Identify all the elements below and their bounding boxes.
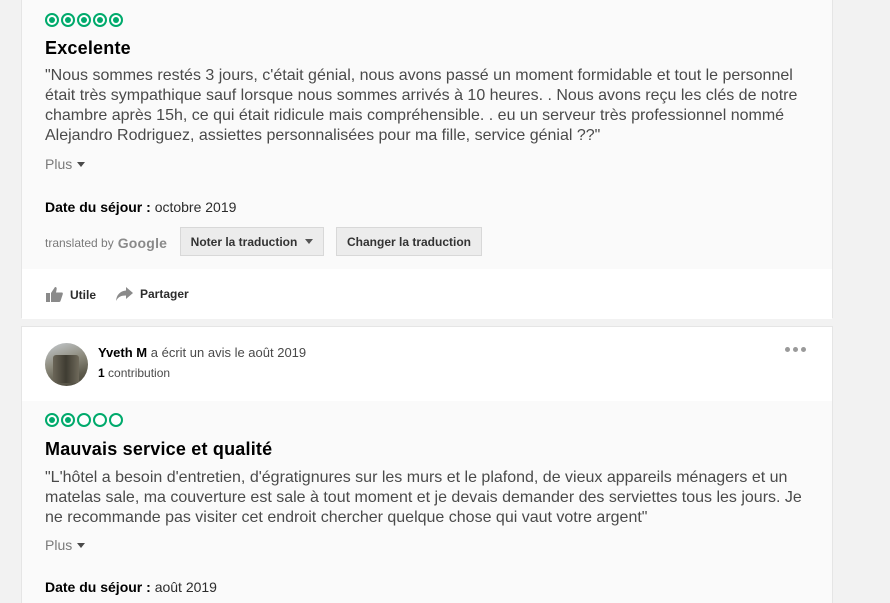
change-translation-label: Changer la traduction <box>346 234 471 249</box>
google-logo: Google <box>117 235 168 251</box>
stay-date-value: octobre 2019 <box>154 199 237 215</box>
more-link[interactable]: Plus <box>45 156 86 172</box>
change-translation-button[interactable]: Changer la traduction <box>336 227 482 256</box>
review-card: Excelente "Nous sommes restés 3 jours, c… <box>21 0 833 319</box>
more-options-icon[interactable] <box>785 347 806 352</box>
stay-date-label: Date du séjour : <box>45 579 151 595</box>
stay-date-value: août 2019 <box>154 579 217 595</box>
translated-by-label: translated by <box>45 236 114 250</box>
rating-bubble <box>61 13 75 27</box>
rating-bubble <box>109 13 123 27</box>
rating-bubble <box>109 413 123 427</box>
thumbs-up-icon <box>46 287 63 302</box>
review-card: Yveth M a écrit un avis le août 2019 1 c… <box>21 326 833 603</box>
share-arrow-icon <box>116 287 133 301</box>
contributions: 1 contribution <box>98 366 170 380</box>
helpful-button[interactable]: Utile <box>46 287 96 302</box>
more-label: Plus <box>45 537 73 553</box>
rating-bubbles <box>45 13 123 27</box>
rate-translation-button[interactable]: Noter la traduction <box>180 227 324 256</box>
rating-bubble <box>77 413 91 427</box>
rating-bubble <box>77 13 91 27</box>
stay-date: Date du séjour : octobre 2019 <box>45 199 236 215</box>
chevron-down-icon <box>77 161 86 167</box>
avatar[interactable] <box>45 343 88 386</box>
contributions-label: contribution <box>108 366 171 380</box>
stay-date: Date du séjour : août 2019 <box>45 579 217 595</box>
contributions-count: 1 <box>98 366 105 380</box>
more-link[interactable]: Plus <box>45 537 86 553</box>
rating-bubbles <box>45 413 123 427</box>
review-header: Yveth M a écrit un avis le août 2019 1 c… <box>22 327 832 401</box>
more-label: Plus <box>45 156 73 172</box>
review-author: Yveth M a écrit un avis le août 2019 <box>98 345 306 360</box>
rating-bubble <box>93 13 107 27</box>
share-label: Partager <box>140 287 189 301</box>
share-button[interactable]: Partager <box>116 287 189 301</box>
wrote-review-text: a écrit un avis le août 2019 <box>150 345 307 360</box>
review-title[interactable]: Mauvais service et qualité <box>45 439 272 460</box>
chevron-down-icon <box>77 542 86 548</box>
rating-bubble <box>61 413 75 427</box>
review-text: "L'hôtel a besoin d'entretien, d'égratig… <box>45 469 802 526</box>
helpful-label: Utile <box>70 287 97 302</box>
stay-date-label: Date du séjour : <box>45 199 151 215</box>
chevron-down-icon <box>305 239 314 244</box>
username-link[interactable]: Yveth M <box>98 345 147 360</box>
review-title[interactable]: Excelente <box>45 38 131 59</box>
review-text: "Nous sommes restés 3 jours, c'était gén… <box>45 67 798 144</box>
rate-translation-label: Noter la traduction <box>190 234 298 249</box>
translated-by: translated by Google <box>45 235 167 251</box>
review-actions: Utile Partager <box>22 269 832 319</box>
rating-bubble <box>45 13 59 27</box>
rating-bubble <box>93 413 107 427</box>
rating-bubble <box>45 413 59 427</box>
